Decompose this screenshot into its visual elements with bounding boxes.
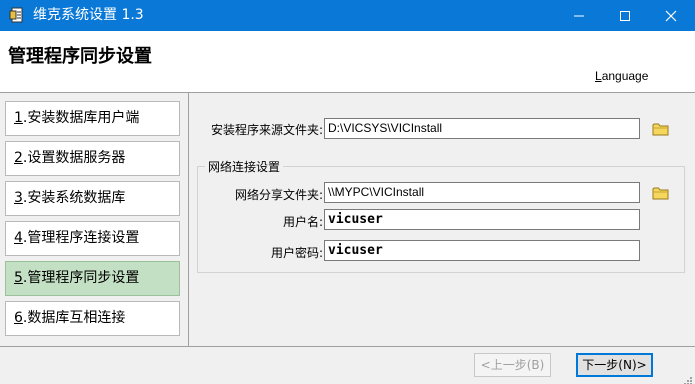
password-field[interactable]: vicuser bbox=[324, 240, 640, 261]
nav-step-number: 6 bbox=[14, 310, 23, 326]
nav-step-1[interactable]: 1.安装数据库用户端 bbox=[5, 101, 180, 136]
folder-icon bbox=[652, 187, 669, 200]
page-header: 管理程序同步设置 Language bbox=[0, 31, 695, 92]
language-link[interactable]: Language bbox=[595, 69, 648, 83]
close-button[interactable] bbox=[648, 0, 694, 31]
username-label: 用户名: bbox=[282, 215, 323, 229]
nav-step-number: 5 bbox=[14, 270, 23, 286]
nav-step-2[interactable]: 2.设置数据服务器 bbox=[5, 141, 180, 176]
setup-window: 维克系统设置 1.3 管理程序同步设置 Language 1.安装数据库用户端 … bbox=[0, 0, 695, 384]
nav-step-label: .管理程序连接设置 bbox=[22, 230, 140, 246]
nav-step-number: 2 bbox=[14, 150, 23, 166]
nav-step-label: .安装系统数据库 bbox=[22, 190, 126, 206]
app-document-icon bbox=[9, 7, 25, 23]
nav-step-6[interactable]: 6.数据库互相连接 bbox=[5, 301, 180, 336]
language-accelerator: L bbox=[595, 69, 602, 83]
nav-step-5-active[interactable]: 5.管理程序同步设置 bbox=[5, 261, 180, 296]
network-settings-title: 网络连接设置 bbox=[205, 158, 284, 175]
minimize-icon bbox=[574, 15, 584, 17]
nav-step-label: .管理程序同步设置 bbox=[22, 270, 140, 286]
source-folder-field[interactable]: D:\VICSYS\VICInstall bbox=[324, 118, 640, 139]
share-folder-field[interactable]: \\MYPC\VICInstall bbox=[324, 182, 640, 203]
nav-step-number: 4 bbox=[14, 230, 23, 246]
nav-step-number: 3 bbox=[14, 190, 23, 206]
source-folder-label: 安装程序来源文件夹: bbox=[210, 123, 323, 137]
nav-step-label: .安装数据库用户端 bbox=[22, 110, 140, 126]
footer-divider bbox=[0, 346, 695, 347]
close-icon bbox=[665, 10, 677, 22]
language-label-rest: anguage bbox=[601, 69, 649, 83]
share-folder-browse-button[interactable] bbox=[652, 184, 670, 202]
prev-button[interactable]: <上一步(B) bbox=[474, 353, 551, 377]
nav-step-label: .设置数据服务器 bbox=[22, 150, 126, 166]
resize-grip-icon[interactable] bbox=[681, 371, 693, 384]
window-title: 维克系统设置 1.3 bbox=[33, 7, 144, 23]
step-nav: 1.安装数据库用户端 2.设置数据服务器 3.安装系统数据库 4.管理程序连接设… bbox=[0, 93, 188, 346]
nav-divider bbox=[188, 93, 189, 346]
maximize-icon bbox=[620, 11, 630, 21]
maximize-button[interactable] bbox=[602, 0, 648, 31]
title-bar[interactable]: 维克系统设置 1.3 bbox=[0, 0, 695, 31]
source-folder-browse-button[interactable] bbox=[652, 120, 670, 138]
username-field[interactable]: vicuser bbox=[324, 209, 640, 230]
nav-step-label: .数据库互相连接 bbox=[22, 310, 126, 326]
password-label: 用户密码: bbox=[270, 246, 323, 260]
nav-step-3[interactable]: 3.安装系统数据库 bbox=[5, 181, 180, 216]
page-title: 管理程序同步设置 bbox=[8, 46, 152, 67]
folder-icon bbox=[652, 123, 669, 136]
minimize-button[interactable] bbox=[556, 0, 602, 31]
nav-step-4[interactable]: 4.管理程序连接设置 bbox=[5, 221, 180, 256]
nav-step-number: 1 bbox=[14, 110, 23, 126]
share-folder-label: 网络分享文件夹: bbox=[234, 188, 323, 202]
next-button[interactable]: 下一步(N)> bbox=[576, 353, 653, 377]
